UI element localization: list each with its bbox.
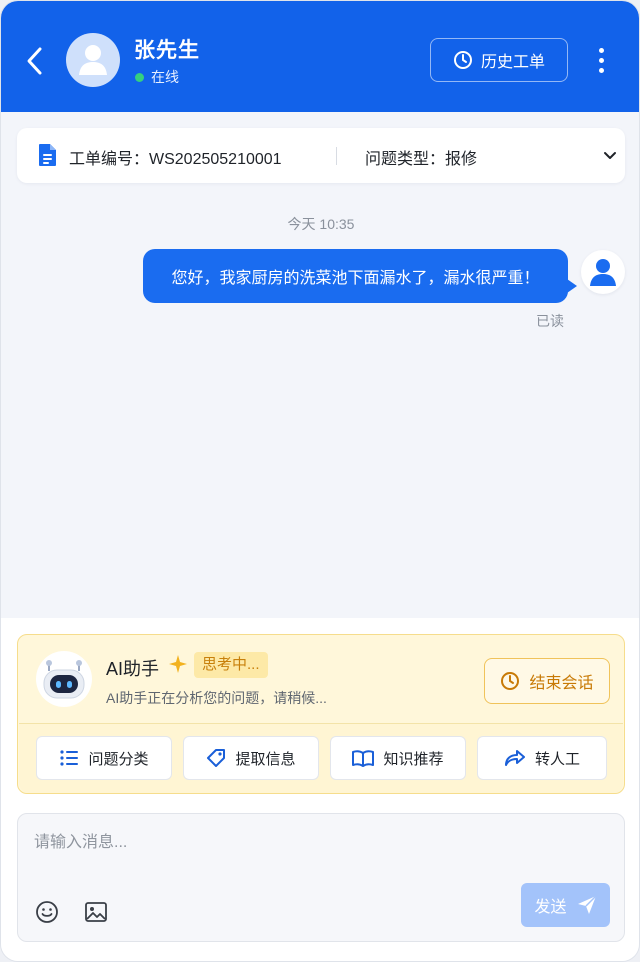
robot-icon bbox=[43, 660, 85, 699]
transfer-to-agent-button[interactable]: 转人工 bbox=[477, 736, 607, 780]
online-status: 在线 bbox=[135, 67, 179, 87]
history-tickets-button[interactable]: 历史工单 bbox=[430, 38, 568, 82]
action-label: 知识推荐 bbox=[383, 750, 444, 768]
more-dot bbox=[598, 67, 604, 73]
more-button[interactable] bbox=[589, 43, 613, 77]
clock-icon bbox=[453, 51, 472, 69]
action-label: 提取信息 bbox=[235, 750, 296, 768]
book-icon bbox=[352, 750, 375, 767]
end-session-label: 结束会话 bbox=[529, 675, 594, 692]
clock-icon bbox=[501, 672, 520, 690]
emoji-icon[interactable] bbox=[35, 900, 59, 924]
image-icon[interactable] bbox=[84, 900, 108, 924]
chat-header: 张先生 在线 历史工单 bbox=[1, 1, 639, 112]
share-icon bbox=[504, 750, 525, 766]
issue-type: 问题类型：报修 bbox=[365, 151, 478, 168]
user-icon bbox=[590, 259, 616, 286]
ai-action-bar: 问题分类 提取信息 知识推荐 转人工 bbox=[19, 723, 623, 793]
thinking-badge: 思考中... bbox=[194, 652, 268, 678]
message-composer: 发送 bbox=[17, 813, 625, 942]
contact-avatar[interactable] bbox=[66, 33, 120, 87]
send-label: 发送 bbox=[534, 899, 567, 916]
chevron-left-icon bbox=[27, 47, 42, 75]
message-text: 您好，我家厨房的洗菜池下面漏水了，漏水很严重！ bbox=[171, 270, 540, 287]
ai-status-text: AI助手正在分析您的问题，请稍候... bbox=[106, 690, 327, 706]
document-icon bbox=[39, 144, 56, 166]
end-session-button[interactable]: 结束会话 bbox=[484, 658, 610, 704]
send-button[interactable]: 发送 bbox=[521, 883, 610, 927]
online-dot-icon bbox=[135, 72, 144, 82]
more-dot bbox=[598, 57, 604, 63]
contact-name: 张先生 bbox=[134, 39, 200, 62]
divider bbox=[336, 147, 337, 165]
knowledge-recommend-button[interactable]: 知识推荐 bbox=[330, 736, 466, 780]
user-icon bbox=[79, 45, 107, 75]
status-text: 在线 bbox=[151, 69, 179, 85]
ticket-number: 工单编号：WS202505210001 bbox=[69, 151, 282, 168]
more-dot bbox=[598, 47, 604, 53]
extract-info-button[interactable]: 提取信息 bbox=[183, 736, 319, 780]
ai-avatar bbox=[36, 651, 92, 707]
outgoing-message-bubble[interactable]: 您好，我家厨房的洗菜池下面漏水了，漏水很严重！ bbox=[143, 249, 577, 303]
sparkle-icon bbox=[169, 655, 187, 673]
ticket-info-bar[interactable]: 工单编号：WS202505210001 问题类型：报修 bbox=[17, 128, 625, 183]
message-input[interactable] bbox=[34, 830, 604, 856]
chevron-down-icon[interactable] bbox=[601, 147, 619, 165]
message-timestamp: 今天 10:35 bbox=[287, 216, 355, 232]
classify-issue-button[interactable]: 问题分类 bbox=[36, 736, 172, 780]
ai-title: AI助手 bbox=[106, 659, 160, 679]
chat-app: 张先生 在线 历史工单 工单编号：WS202505210001 问题类型：报修 … bbox=[0, 0, 640, 962]
ai-assistant-panel: AI助手 思考中... AI助手正在分析您的问题，请稍候... 结束会话 问题分… bbox=[17, 634, 625, 794]
back-button[interactable] bbox=[19, 43, 49, 79]
list-icon bbox=[60, 750, 79, 766]
self-avatar bbox=[581, 250, 625, 294]
action-label: 问题分类 bbox=[88, 750, 149, 768]
paper-plane-icon bbox=[577, 895, 597, 914]
action-label: 转人工 bbox=[534, 750, 580, 768]
tag-icon bbox=[207, 749, 226, 767]
history-label: 历史工单 bbox=[480, 54, 545, 71]
read-receipt: 已读 bbox=[536, 313, 564, 329]
